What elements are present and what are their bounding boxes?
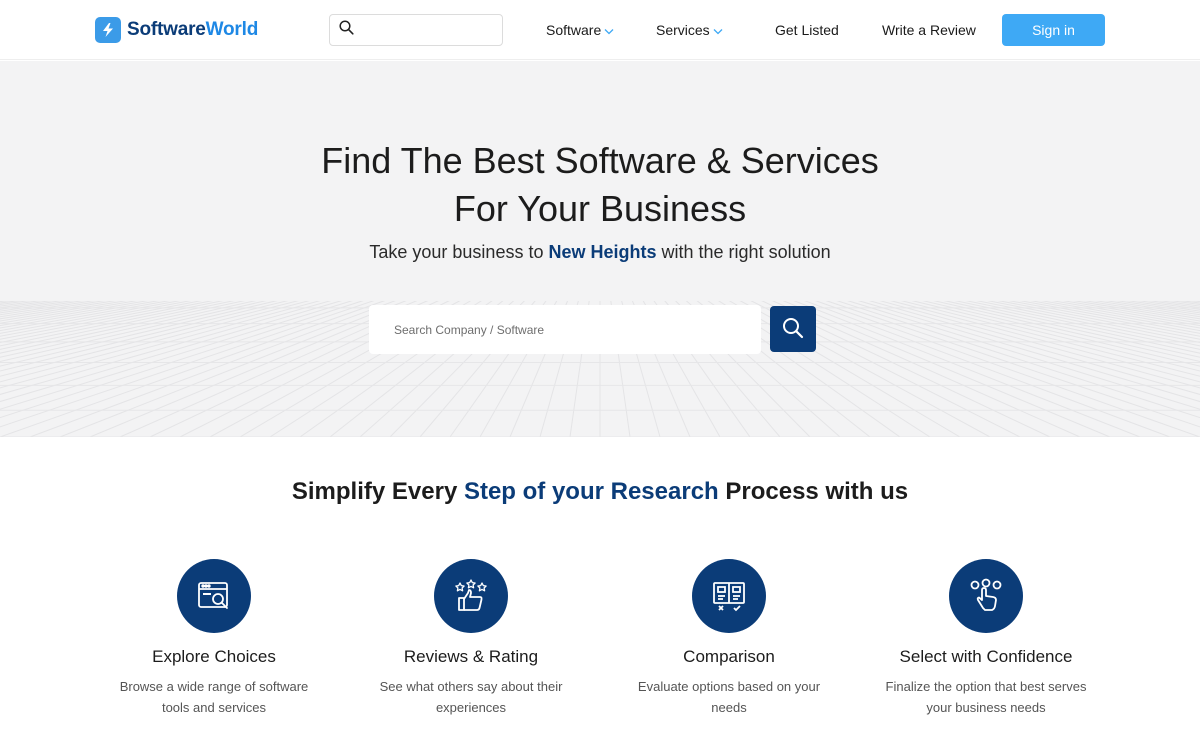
top-navbar: SoftwareWorld Software Services Get List… xyxy=(0,0,1200,60)
features-heading: Simplify Every Step of your Research Pro… xyxy=(0,478,1200,506)
logo-icon xyxy=(95,17,121,43)
nav-services-label: Services xyxy=(656,22,710,38)
hero-subtitle-post: with the right solution xyxy=(656,242,831,262)
nav-software-menu[interactable]: Software xyxy=(546,20,614,40)
chevron-down-icon xyxy=(713,22,723,38)
hero-search-button[interactable] xyxy=(770,306,816,352)
feature-comparison: Comparison Evaluate options based on you… xyxy=(609,559,849,718)
features-heading-pre: Simplify Every xyxy=(291,478,464,505)
feature-description: Evaluate options based on your needs xyxy=(637,679,821,715)
feature-explore-choices: Explore Choices Browse a wide range of s… xyxy=(94,559,334,718)
header-search-box[interactable] xyxy=(329,14,503,46)
logo-text-world: World xyxy=(205,19,259,40)
header-search-input[interactable] xyxy=(360,16,502,44)
search-icon xyxy=(782,317,804,342)
feature-description: Browse a wide range of software tools an… xyxy=(119,679,309,715)
logo-text-software: Software xyxy=(127,19,206,40)
features-heading-post: Process with us xyxy=(718,478,909,505)
hero-subtitle-pre: Take your business to xyxy=(369,242,549,262)
logo-text: SoftwareWorld xyxy=(127,19,258,41)
feature-description: See what others say about their experien… xyxy=(379,679,563,715)
chevron-down-icon xyxy=(604,22,614,38)
nav-get-listed-label: Get Listed xyxy=(775,22,839,38)
feature-select-confidence: Select with Confidence Finalize the opti… xyxy=(866,559,1106,718)
feature-title: Reviews & Rating xyxy=(403,647,539,666)
nav-software-label: Software xyxy=(546,22,602,38)
hero-subtitle-highlight: New Heights xyxy=(548,242,657,262)
hero-subtitle: Take your business to New Heights with t… xyxy=(0,242,1200,263)
hero-search-input[interactable] xyxy=(369,305,761,354)
nav-services-menu[interactable]: Services xyxy=(656,20,723,40)
hero-section: Find The Best Software & Services For Yo… xyxy=(0,61,1200,437)
browser-search-icon xyxy=(177,559,251,633)
hero-title-line1: Find The Best Software & Services xyxy=(321,140,879,181)
hero-title: Find The Best Software & Services For Yo… xyxy=(0,137,1200,233)
nav-get-listed-link[interactable]: Get Listed xyxy=(775,20,839,40)
nav-write-review-link[interactable]: Write a Review xyxy=(882,20,976,40)
softwareworld-logo[interactable]: SoftwareWorld xyxy=(95,16,258,44)
nav-write-review-label: Write a Review xyxy=(882,22,976,38)
search-icon xyxy=(339,20,354,40)
features-heading-highlight: Step of your Research xyxy=(463,478,719,505)
hero-title-line2: For Your Business xyxy=(453,188,747,229)
feature-title: Comparison xyxy=(683,647,775,666)
thumbs-up-stars-icon xyxy=(434,559,508,633)
sign-in-button[interactable]: Sign in xyxy=(1002,14,1105,46)
hand-pointer-select-icon xyxy=(949,559,1023,633)
feature-title: Explore Choices xyxy=(152,647,276,666)
feature-description: Finalize the option that best serves you… xyxy=(885,679,1087,715)
hero-search-box[interactable] xyxy=(369,305,761,354)
comparison-board-icon xyxy=(692,559,766,633)
feature-reviews-rating: Reviews & Rating See what others say abo… xyxy=(351,559,591,718)
feature-title: Select with Confidence xyxy=(899,647,1073,666)
